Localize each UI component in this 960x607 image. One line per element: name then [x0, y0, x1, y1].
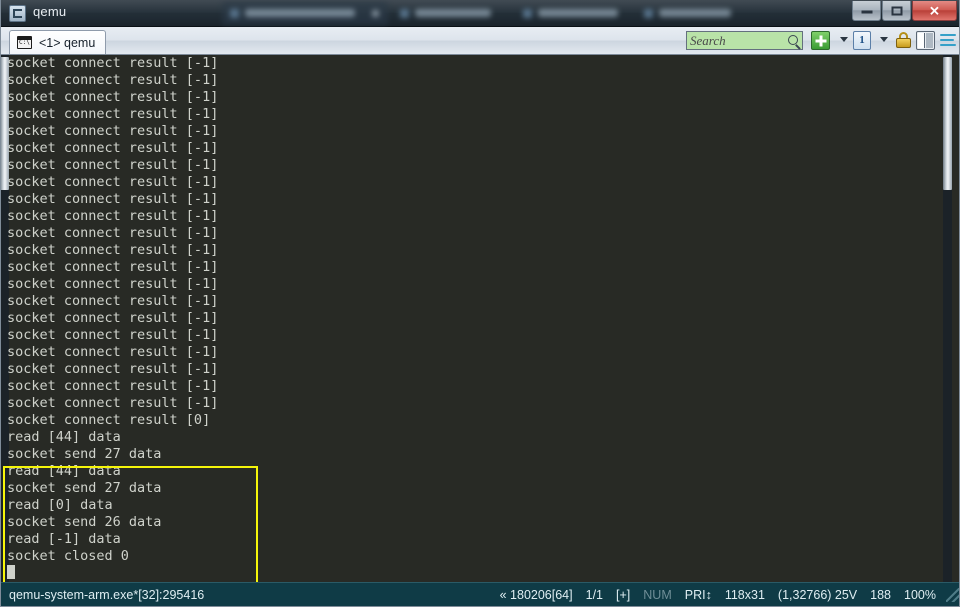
- hamburger-menu-icon[interactable]: [940, 34, 956, 47]
- background-tab-icon: [400, 9, 409, 18]
- status-line-count: 188: [870, 588, 892, 602]
- title-bar: qemu ✕: [0, 0, 960, 27]
- hamburger-line: [940, 44, 956, 46]
- hamburger-line: [940, 39, 954, 41]
- tab-qemu[interactable]: <1> qemu: [9, 30, 107, 54]
- background-tab-close-icon[interactable]: [372, 10, 379, 17]
- terminal-line: socket connect result [-1]: [7, 242, 219, 258]
- close-button[interactable]: ✕: [912, 1, 957, 21]
- terminal-line: read [44] data: [7, 463, 121, 479]
- background-tab-4[interactable]: [636, 2, 754, 25]
- terminal-line: socket connect result [-1]: [7, 225, 219, 241]
- terminal-line: socket connect result [-1]: [7, 55, 219, 71]
- terminal-line: socket connect result [-1]: [7, 191, 219, 207]
- resize-grip[interactable]: [946, 588, 960, 602]
- background-tab-label: [415, 9, 491, 17]
- status-num-lock: NUM: [643, 588, 672, 602]
- status-zoom: 100%: [904, 588, 936, 602]
- terminal-line: socket connect result [-1]: [7, 123, 219, 139]
- status-priority: PRI↕: [684, 588, 712, 602]
- lock-icon[interactable]: [895, 31, 912, 50]
- terminal-line: socket connect result [-1]: [7, 140, 219, 156]
- status-process: qemu-system-arm.exe*[32]:295416: [9, 588, 205, 602]
- search-input[interactable]: [690, 32, 783, 49]
- terminal-cursor: [7, 565, 218, 582]
- background-tab-icon: [230, 9, 239, 18]
- tab-toolbar-strip: <1> qemu 1: [0, 27, 960, 55]
- terminal-line: socket connect result [0]: [7, 412, 211, 428]
- terminal-line: socket send 26 data: [7, 514, 162, 530]
- status-bar: qemu-system-arm.exe*[32]:295416 « 180206…: [0, 582, 960, 607]
- background-tab-label: [245, 9, 355, 17]
- minimize-icon: [861, 10, 872, 14]
- terminal-line: read [44] data: [7, 429, 121, 445]
- terminal-line: read [0] data: [7, 497, 113, 513]
- status-dimensions: 118x31: [724, 588, 765, 602]
- terminal-line: socket connect result [-1]: [7, 174, 219, 190]
- terminal-line: socket send 27 data: [7, 480, 162, 496]
- tab-list-chevron-down-icon[interactable]: [880, 37, 888, 42]
- terminal-line: socket connect result [-1]: [7, 276, 219, 292]
- terminal-line: socket connect result [-1]: [7, 106, 219, 122]
- terminal-line: socket closed 0: [7, 548, 129, 564]
- background-tab-label: [659, 9, 731, 17]
- background-tab-icon: [644, 9, 653, 18]
- hamburger-line: [940, 34, 956, 36]
- status-pages: 1/1: [585, 588, 604, 602]
- terminal-line: socket connect result [-1]: [7, 89, 219, 105]
- console-window: qemu ✕ C:\ <1> qemu Search 1 socket conn…: [0, 0, 960, 607]
- terminal-line: socket connect result [-1]: [7, 293, 219, 309]
- window-title: qemu: [33, 4, 67, 19]
- split-view-icon[interactable]: [916, 31, 935, 50]
- terminal-line: socket connect result [-1]: [7, 208, 219, 224]
- tab-count-button[interactable]: 1: [853, 31, 871, 50]
- background-tab-1[interactable]: [222, 2, 388, 25]
- terminal-text: socket connect result [-1] socket connect…: [7, 55, 218, 582]
- status-plus-indicator: [+]: [616, 588, 631, 602]
- close-icon: ✕: [929, 3, 940, 18]
- maximize-icon: [891, 6, 902, 15]
- console-icon: [17, 36, 32, 49]
- tab-label: <1> qemu: [39, 35, 96, 50]
- right-scrollbar-thumb[interactable]: [943, 57, 952, 190]
- terminal-right-margin: [952, 55, 960, 582]
- search-icon: [788, 35, 798, 45]
- background-tab-label: [538, 9, 618, 17]
- terminal-line: socket connect result [-1]: [7, 361, 219, 377]
- terminal-line: socket connect result [-1]: [7, 378, 219, 394]
- terminal-line: socket connect result [-1]: [7, 259, 219, 275]
- terminal-line: socket connect result [-1]: [7, 310, 219, 326]
- background-tab-3[interactable]: [515, 2, 640, 25]
- search-box[interactable]: [686, 31, 803, 50]
- right-scrollbar[interactable]: [943, 55, 952, 582]
- terminal-line: socket send 27 data: [7, 446, 162, 462]
- status-cursor-position: (1,32766) 25V: [777, 588, 858, 602]
- maximize-button[interactable]: [882, 1, 911, 21]
- minimize-button[interactable]: [852, 1, 881, 21]
- console-window-icon: [9, 5, 26, 22]
- window-controls: ✕: [851, 1, 957, 21]
- terminal-line: socket connect result [-1]: [7, 72, 219, 88]
- background-tab-2[interactable]: [392, 2, 517, 25]
- terminal-line: read [-1] data: [7, 531, 121, 547]
- terminal-line: socket connect result [-1]: [7, 344, 219, 360]
- terminal-output[interactable]: socket connect result [-1] socket connect…: [0, 55, 960, 582]
- block-cursor: [7, 565, 15, 579]
- terminal-line: socket connect result [-1]: [7, 327, 219, 343]
- new-tab-button[interactable]: [811, 31, 830, 50]
- background-tab-icon: [523, 9, 532, 18]
- new-tab-chevron-down-icon[interactable]: [840, 37, 848, 42]
- terminal-line: socket connect result [-1]: [7, 157, 219, 173]
- status-fields: « 180206[64] 1/1 [+] NUM PRI↕ 118x31 (1,32766)…: [500, 588, 944, 602]
- lock-body: [896, 38, 911, 48]
- status-build: « 180206[64]: [499, 588, 573, 602]
- terminal-line: socket connect result [-1]: [7, 395, 219, 411]
